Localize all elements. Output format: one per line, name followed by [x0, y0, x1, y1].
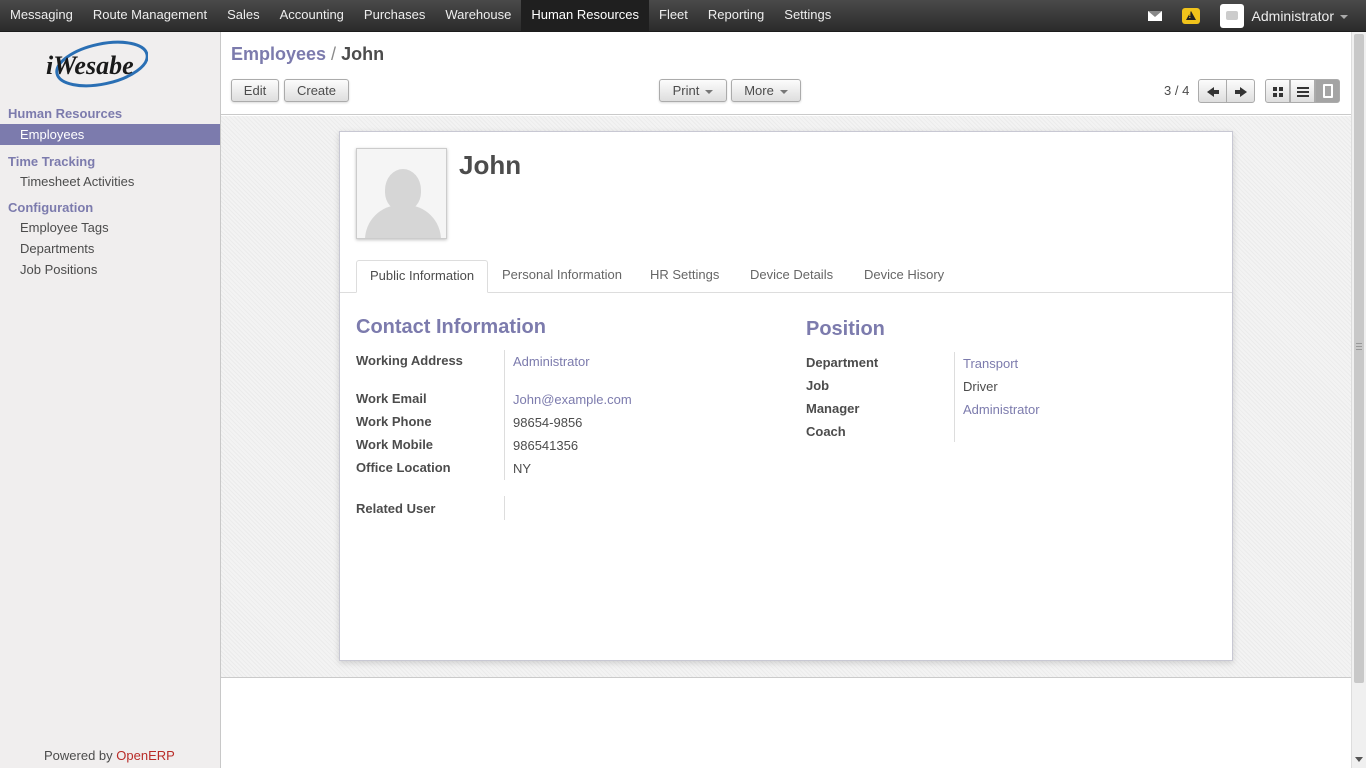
tab-public-information[interactable]: Public Information: [356, 260, 489, 293]
sidebar-item-employee-tags[interactable]: Employee Tags: [0, 217, 220, 238]
menu-purchases[interactable]: Purchases: [354, 0, 435, 31]
avatar-body: [365, 205, 441, 238]
coach-label: Coach: [806, 424, 846, 439]
job-label: Job: [806, 378, 830, 393]
form-content: John Public Information Personal Informa…: [221, 116, 1351, 678]
work-phone-label: Work Phone: [356, 414, 432, 429]
sidebar-item-employees[interactable]: Employees: [0, 124, 220, 145]
svg-text:iWesabe: iWesabe: [46, 51, 134, 80]
sidebar-item-timesheet-activities[interactable]: Timesheet Activities: [0, 171, 220, 192]
list-icon: [1297, 87, 1309, 97]
breadcrumb: Employees / John: [231, 44, 384, 65]
warning-icon[interactable]: [1181, 7, 1200, 24]
more-button[interactable]: More: [731, 79, 801, 102]
tab-device-details[interactable]: Device Details: [737, 260, 846, 292]
office-location-label: Office Location: [356, 460, 451, 475]
sidebar-item-job-positions[interactable]: Job Positions: [0, 259, 220, 280]
openerp-link[interactable]: OpenERP: [116, 748, 175, 763]
more-label: More: [744, 83, 774, 98]
position-divider: [954, 352, 955, 442]
chevron-down-icon: [705, 89, 714, 94]
employee-photo[interactable]: [356, 148, 447, 239]
department-label: Department: [806, 355, 879, 370]
job-value: Driver: [963, 379, 998, 394]
chevron-down-icon: [779, 89, 788, 94]
tab-device-history[interactable]: Device Hisory: [851, 260, 957, 292]
work-mobile-value: 986541356: [513, 438, 579, 453]
create-button[interactable]: Create: [284, 79, 349, 102]
kanban-icon: [1273, 87, 1283, 97]
menu-route-management[interactable]: Route Management: [83, 0, 217, 31]
work-phone-value: 98654-9856: [513, 415, 583, 430]
contact-information-title: Contact Information: [356, 316, 546, 338]
chevron-down-icon[interactable]: [1340, 14, 1348, 19]
employee-name: John: [459, 150, 522, 180]
print-label: Print: [672, 83, 700, 98]
company-logo[interactable]: iWesabe: [44, 36, 148, 98]
work-mobile-label: Work Mobile: [356, 437, 434, 452]
working-address-label: Working Address: [356, 353, 463, 368]
previous-button[interactable]: [1198, 79, 1227, 103]
contact-divider: [504, 350, 505, 480]
next-button[interactable]: [1226, 79, 1255, 103]
user-avatar[interactable]: [1219, 3, 1244, 28]
pager-value: 3 / 4: [1164, 83, 1190, 98]
grip-icon: [1356, 343, 1362, 350]
form-view-button[interactable]: [1315, 79, 1340, 103]
menu-sales[interactable]: Sales: [217, 0, 270, 31]
print-button[interactable]: Print: [659, 79, 727, 102]
sidebar-item-departments[interactable]: Departments: [0, 238, 220, 259]
user-area: Administrator: [1147, 0, 1348, 31]
work-email-value[interactable]: John@example.com: [513, 392, 632, 407]
top-navbar: Messaging Route Management Sales Account…: [0, 0, 1366, 32]
department-value[interactable]: Transport: [963, 356, 1018, 371]
related-user-divider: [504, 496, 505, 520]
edit-button[interactable]: Edit: [231, 79, 279, 102]
menu-fleet[interactable]: Fleet: [649, 0, 698, 31]
sidebar-section-configuration: Configuration: [8, 200, 94, 215]
top-menu: Messaging Route Management Sales Account…: [0, 0, 841, 31]
form-tabs: Public Information Personal Information …: [340, 260, 1232, 293]
arrow-right-icon: [1235, 87, 1247, 97]
user-menu[interactable]: Administrator: [1252, 8, 1334, 24]
office-location-value: NY: [513, 461, 532, 476]
menu-settings[interactable]: Settings: [774, 0, 841, 31]
scroll-down-icon[interactable]: [1355, 757, 1363, 762]
breadcrumb-employees[interactable]: Employees: [231, 44, 326, 64]
mail-icon[interactable]: [1147, 10, 1162, 21]
view-header: Employees / John Edit Create Print More 3 …: [221, 32, 1351, 115]
arrow-left-icon: [1207, 87, 1219, 97]
related-user-label: Related User: [356, 501, 436, 516]
menu-reporting[interactable]: Reporting: [698, 0, 774, 31]
sidebar-section-human-resources: Human Resources: [8, 106, 123, 121]
scrollbar-thumb[interactable]: [1354, 34, 1364, 683]
menu-accounting[interactable]: Accounting: [270, 0, 354, 31]
breadcrumb-separator: /: [331, 44, 337, 64]
powered-by: Powered by OpenERP: [44, 748, 175, 763]
menu-warehouse[interactable]: Warehouse: [435, 0, 521, 31]
working-address-value[interactable]: Administrator: [513, 354, 590, 369]
scrollbar[interactable]: [1351, 32, 1366, 768]
manager-label: Manager: [806, 401, 860, 416]
tab-personal-information[interactable]: Personal Information: [489, 260, 635, 292]
sidebar: iWesabe Human Resources Employees Time T…: [0, 32, 221, 768]
manager-value[interactable]: Administrator: [963, 402, 1040, 417]
form-icon: [1323, 84, 1333, 98]
powered-by-text: Powered by: [44, 748, 113, 763]
kanban-view-button[interactable]: [1265, 79, 1290, 103]
form-sheet: John Public Information Personal Informa…: [339, 131, 1233, 661]
position-title: Position: [806, 318, 885, 340]
sidebar-section-time-tracking: Time Tracking: [8, 154, 96, 169]
menu-messaging[interactable]: Messaging: [0, 0, 83, 31]
work-email-label: Work Email: [356, 391, 427, 406]
menu-human-resources[interactable]: Human Resources: [521, 0, 649, 31]
tab-hr-settings[interactable]: HR Settings: [637, 260, 732, 292]
breadcrumb-current: John: [341, 44, 385, 64]
list-view-button[interactable]: [1290, 79, 1315, 103]
